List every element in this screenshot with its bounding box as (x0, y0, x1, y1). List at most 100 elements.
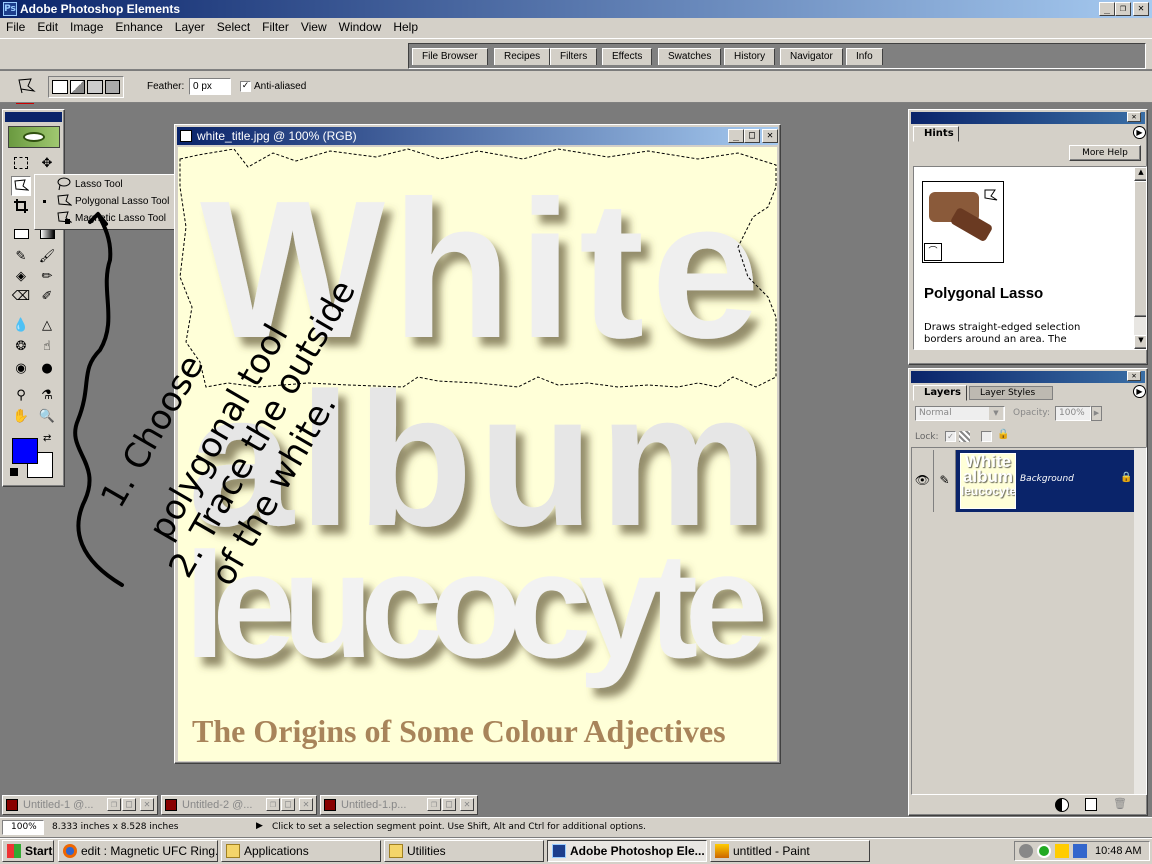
min3-close-button[interactable]: ✕ (460, 798, 474, 811)
menu-filter[interactable]: Filter (256, 18, 295, 37)
taskbar-photoshop[interactable]: Adobe Photoshop Ele... (547, 840, 707, 862)
menu-view[interactable]: View (295, 18, 333, 37)
feather-input[interactable]: 0 px (189, 78, 231, 95)
doc-minimize-button[interactable]: _ (728, 129, 744, 143)
marquee-icon[interactable] (11, 153, 31, 173)
toolbox-title[interactable] (5, 112, 62, 122)
min1-maximize-button[interactable]: □ (122, 798, 136, 811)
tab-history[interactable]: History (724, 48, 776, 65)
scroll-thumb[interactable] (1134, 181, 1146, 317)
minimized-doc-1[interactable]: Untitled-1 @... ❐ □ ✕ (2, 795, 158, 815)
lock-transparency-checkbox[interactable]: ✓ (945, 431, 956, 442)
taskbar-paint[interactable]: untitled - Paint (710, 840, 870, 862)
min3-restore-button[interactable]: ❐ (427, 798, 441, 811)
hints-menu-icon[interactable]: ▶ (1133, 126, 1146, 139)
default-colors-icon[interactable] (10, 468, 18, 476)
hints-tab[interactable]: Hints (913, 126, 959, 142)
tab-file-browser[interactable]: File Browser (412, 48, 488, 65)
taskbar-utilities[interactable]: Utilities (384, 840, 544, 862)
min1-restore-button[interactable]: ❐ (107, 798, 121, 811)
hand-icon[interactable]: ✋ (11, 406, 31, 426)
menu-layer[interactable]: Layer (169, 18, 211, 37)
tab-recipes[interactable]: Recipes (494, 48, 551, 65)
blur-icon[interactable]: 💧 (11, 315, 31, 335)
subtract-selection-icon[interactable] (87, 80, 103, 94)
opacity-arrow-icon[interactable]: ▶ (1091, 406, 1102, 421)
trash-icon[interactable]: 🗑 (1113, 797, 1127, 810)
tray-icon-4[interactable] (1073, 844, 1087, 858)
zoom-input[interactable]: 100% (2, 820, 44, 835)
scroll-up-icon[interactable]: ▲ (1134, 167, 1146, 181)
antialias-checkbox[interactable]: ✓ (240, 81, 251, 92)
menu-edit[interactable]: Edit (31, 18, 64, 37)
eyedropper-brush-icon[interactable]: ✎ (11, 246, 31, 266)
lock-all-checkbox[interactable] (981, 431, 992, 442)
tab-filters[interactable]: Filters (550, 48, 598, 65)
intersect-selection-icon[interactable] (104, 80, 120, 94)
layers-tab[interactable]: Layers (913, 385, 967, 401)
restore-button[interactable]: ❐ (1115, 2, 1131, 16)
scroll-down-icon[interactable]: ▼ (1134, 335, 1146, 349)
menu-help[interactable]: Help (387, 18, 424, 37)
hints-close-button[interactable]: ✕ (1127, 112, 1141, 122)
visibility-eye-icon[interactable]: 👁 (912, 450, 934, 512)
layers-close-button[interactable]: ✕ (1127, 371, 1141, 381)
tray-icon-1[interactable] (1019, 844, 1033, 858)
minimized-doc-3[interactable]: Untitled-1.p... ❐ □ ✕ (320, 795, 478, 815)
app-title-bar[interactable]: Ps Adobe Photoshop Elements _ ❐ ✕ (0, 0, 1152, 18)
eraser-icon[interactable]: ⌫ (11, 286, 31, 306)
red-eye-icon[interactable]: ◉ (11, 358, 31, 378)
menu-window[interactable]: Window (333, 18, 388, 37)
layer-styles-tab[interactable]: Layer Styles (969, 386, 1053, 400)
menu-file[interactable]: File (0, 18, 31, 37)
toolbox-logo-icon[interactable] (8, 126, 60, 148)
clone-stamp-icon[interactable]: ⚲ (11, 385, 31, 405)
minimize-button[interactable]: _ (1099, 2, 1115, 16)
new-selection-icon[interactable] (52, 80, 68, 94)
sponge-icon[interactable]: ❂ (11, 336, 31, 356)
tab-navigator[interactable]: Navigator (780, 48, 843, 65)
tray-icon-2[interactable] (1037, 844, 1051, 858)
polygonal-lasso-icon[interactable] (16, 77, 36, 98)
new-layer-icon[interactable] (1085, 798, 1097, 811)
move-icon[interactable]: ✥ (37, 153, 57, 173)
layers-scrollbar[interactable] (1134, 448, 1146, 794)
tab-info[interactable]: Info (846, 48, 883, 65)
taskbar-applications[interactable]: Applications (221, 840, 381, 862)
start-button[interactable]: Start (2, 840, 54, 862)
tab-swatches[interactable]: Swatches (658, 48, 722, 65)
opacity-input[interactable]: 100% (1055, 406, 1091, 421)
rectangle-shape-icon[interactable] (11, 224, 31, 244)
document-title-bar[interactable]: white_title.jpg @ 100% (RGB) _ □ ✕ (177, 127, 778, 145)
lasso-tool-icon[interactable] (11, 176, 31, 196)
paint-bucket-icon[interactable]: ◈ (11, 266, 31, 286)
min1-close-button[interactable]: ✕ (140, 798, 154, 811)
layers-menu-icon[interactable]: ▶ (1133, 385, 1146, 398)
taskbar-firefox[interactable]: edit : Magnetic UFC Ring... (58, 840, 218, 862)
layer-brush-icon[interactable]: ✎ (934, 450, 956, 512)
min2-maximize-button[interactable]: □ (281, 798, 295, 811)
blend-mode-arrow-icon[interactable]: ▼ (989, 407, 1003, 420)
doc-close-button[interactable]: ✕ (762, 129, 778, 143)
min2-close-button[interactable]: ✕ (299, 798, 313, 811)
add-selection-icon[interactable] (69, 80, 85, 94)
new-adjustment-layer-icon[interactable] (1055, 798, 1069, 812)
foreground-color-swatch[interactable] (12, 438, 38, 464)
hints-title-bar[interactable] (911, 112, 1145, 124)
min2-restore-button[interactable]: ❐ (266, 798, 280, 811)
menu-select[interactable]: Select (211, 18, 256, 37)
hints-scrollbar[interactable]: ▲ ▼ (1134, 167, 1146, 349)
layer-row-background[interactable]: 👁 ✎ White album leucocyte Background 🔒 (912, 450, 1134, 512)
tray-icon-3[interactable] (1055, 844, 1069, 858)
crop-icon[interactable] (11, 196, 31, 216)
layers-title-bar[interactable] (911, 371, 1145, 383)
minimized-doc-2[interactable]: Untitled-2 @... ❐ □ ✕ (161, 795, 317, 815)
more-help-button[interactable]: More Help (1069, 145, 1141, 161)
tab-effects[interactable]: Effects (602, 48, 653, 65)
min3-maximize-button[interactable]: □ (442, 798, 456, 811)
status-arrow-icon[interactable]: ▶ (256, 821, 263, 831)
menu-image[interactable]: Image (64, 18, 109, 37)
menu-enhance[interactable]: Enhance (109, 18, 168, 37)
doc-maximize-button[interactable]: □ (744, 129, 760, 143)
close-button[interactable]: ✕ (1133, 2, 1149, 16)
